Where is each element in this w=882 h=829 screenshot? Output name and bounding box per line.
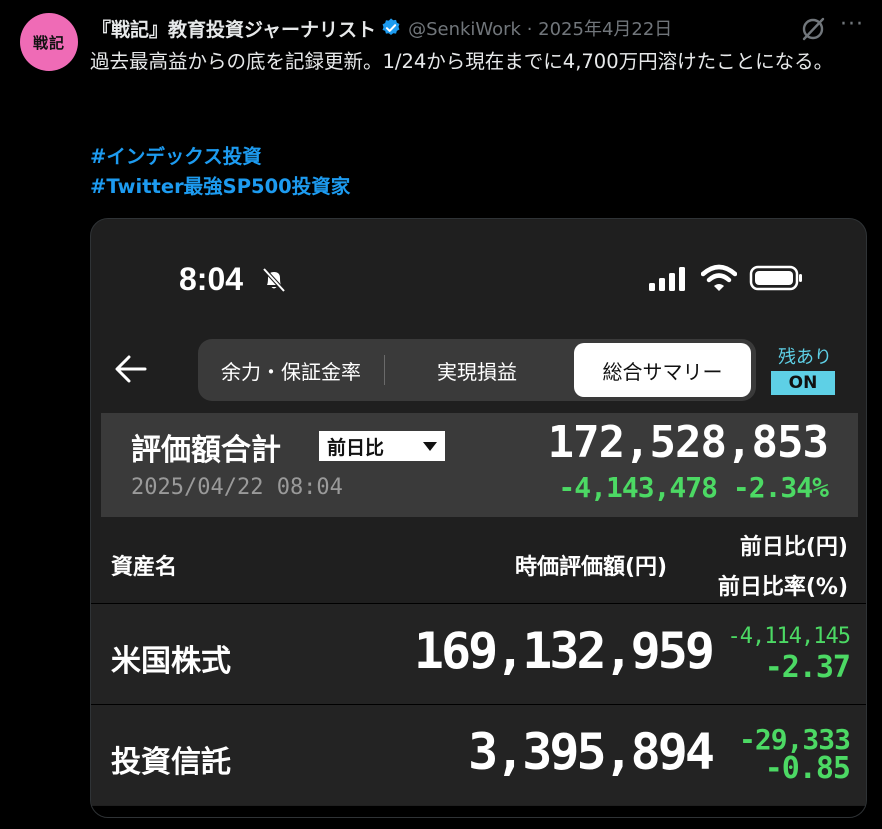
hashtag-sp500[interactable]: #Twitter最強SP500投資家 bbox=[90, 170, 350, 199]
bell-muted-icon bbox=[262, 267, 286, 293]
asset-name: 米国株式 bbox=[111, 644, 231, 679]
total-valuation-panel: 評価額合計 前日比 2025/04/22 08:04 172,528,853 -… bbox=[101, 413, 858, 517]
avatar[interactable]: 戦記 bbox=[20, 13, 78, 71]
wifi-icon bbox=[701, 264, 737, 291]
tab-realized-pl[interactable]: 実現損益 bbox=[384, 339, 570, 401]
remaining-label: 残あり bbox=[778, 347, 832, 368]
avatar-text: 戦記 bbox=[32, 33, 65, 52]
verified-badge-icon bbox=[382, 18, 400, 36]
attached-screenshot[interactable]: 8:04 余力・保証金率 実現損益 総合サマリー 残あり ON 評価額合計 前日… bbox=[90, 218, 867, 818]
author-name[interactable]: 『戦記』教育投資ジャーナリスト bbox=[92, 15, 376, 42]
tab-bar: 余力・保証金率 実現損益 総合サマリー bbox=[198, 339, 756, 401]
table-row[interactable]: 投資信託 3,395,894 -29,333 -0.85 bbox=[91, 704, 866, 805]
column-header-asset: 資産名 bbox=[111, 555, 178, 580]
total-date: 2025/04/22 08:04 bbox=[131, 475, 343, 500]
column-header-value: 時価評価額(円) bbox=[515, 555, 668, 580]
remaining-toggle[interactable]: ON bbox=[771, 371, 835, 395]
back-arrow-icon[interactable] bbox=[113, 351, 149, 387]
grok-icon[interactable] bbox=[800, 16, 826, 42]
card-bottom-edge bbox=[91, 806, 866, 817]
tab-summary[interactable]: 総合サマリー bbox=[574, 343, 751, 397]
asset-change-pct: -2.37 bbox=[764, 650, 851, 685]
column-header-change: 前日比(円) bbox=[739, 535, 848, 560]
battery-icon bbox=[749, 265, 802, 291]
table-row[interactable]: 米国株式 169,132,959 -4,114,145 -2.37 bbox=[91, 603, 866, 704]
total-label: 評価額合計 bbox=[131, 433, 281, 468]
column-header-change-pct: 前日比率(%) bbox=[717, 575, 848, 600]
tab-margin[interactable]: 余力・保証金率 bbox=[198, 339, 384, 401]
compare-select[interactable]: 前日比 bbox=[319, 431, 445, 461]
total-value: 172,528,853 bbox=[547, 417, 829, 468]
asset-value: 3,395,894 bbox=[468, 723, 715, 781]
dropdown-triangle-icon bbox=[423, 442, 437, 451]
status-time: 8:04 bbox=[179, 261, 244, 297]
tweet-text: 過去最高益からの底を記録更新。1/24から現在までに4,700万円溶けたことにな… bbox=[90, 50, 834, 73]
asset-change-pct: -0.85 bbox=[764, 751, 851, 786]
asset-name: 投資信託 bbox=[111, 745, 231, 780]
signal-icon bbox=[649, 267, 685, 291]
asset-value: 169,132,959 bbox=[413, 622, 715, 680]
total-change: -4,143,478 -2.34% bbox=[558, 471, 829, 504]
compare-select-value: 前日比 bbox=[327, 436, 385, 459]
tweet-header: 『戦記』教育投資ジャーナリスト @SenkiWork · 2025年4月22日 bbox=[92, 13, 672, 43]
asset-change: -4,114,145 bbox=[727, 624, 851, 649]
tweet-meta[interactable]: @SenkiWork · 2025年4月22日 bbox=[408, 15, 672, 41]
more-options-icon[interactable]: ··· bbox=[840, 12, 864, 37]
hashtag-index-investing[interactable]: #インデックス投資 bbox=[90, 140, 262, 169]
